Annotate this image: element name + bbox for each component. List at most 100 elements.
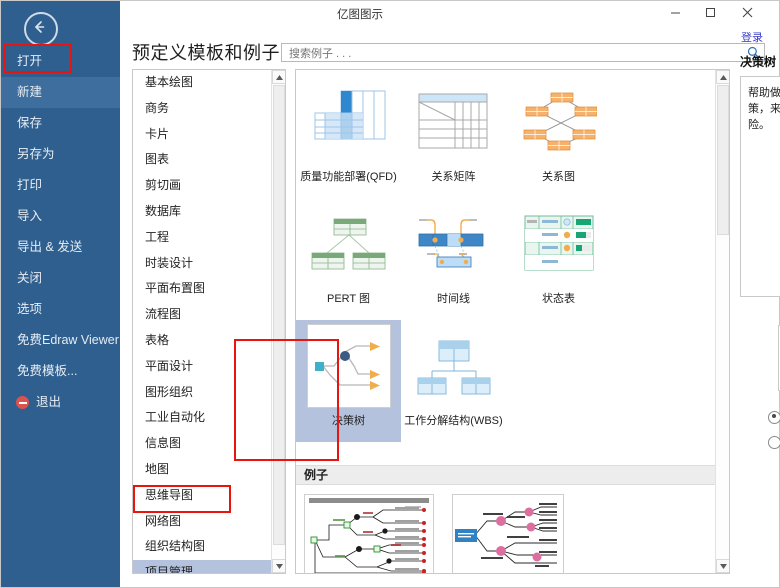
category-item-16[interactable]: 思维导图 [133, 483, 285, 509]
template-label: PERT 图 [327, 293, 370, 305]
category-label: 平面布置图 [145, 281, 206, 296]
minimize-button[interactable] [661, 1, 689, 23]
sidebar-item-new[interactable]: 新建 [1, 77, 120, 108]
category-label: 商务 [145, 100, 170, 115]
category-item-11[interactable]: 平面设计 [133, 354, 285, 380]
category-list[interactable]: 基本绘图 商务 卡片 图表 剪切画 数据库 工程 时装设计 平面布置图 流程图 … [132, 69, 286, 574]
category-item-17[interactable]: 网络图 [133, 509, 285, 535]
sidebar-item-free-templates[interactable]: 免费模板... [1, 356, 120, 387]
content-area: 亿图图示 登录 预定义模板和例子 搜索例子 . . . 基本绘图 商务 卡片 图… [120, 1, 780, 587]
category-label: 基本绘图 [145, 75, 194, 89]
unit-option-imperial[interactable]: 美制单位 [768, 434, 780, 450]
category-label: 数据库 [145, 203, 182, 218]
category-label: 组织结构图 [145, 539, 206, 554]
template-item-relation-diagram[interactable]: 关系图 [506, 76, 611, 198]
title-bar: 亿图图示 登录 [120, 1, 779, 44]
category-label: 思维导图 [145, 487, 194, 502]
radio-icon-metric[interactable] [768, 410, 780, 424]
scroll-up-icon[interactable] [272, 70, 285, 84]
search-box[interactable] [281, 43, 765, 63]
page-title: 预定义模板和例子 [132, 43, 280, 63]
search-input[interactable] [287, 44, 731, 63]
category-label: 流程图 [145, 307, 182, 322]
minimize-icon [670, 12, 680, 13]
category-label: 项目管理 [145, 565, 194, 574]
sidebar-item-label: 打印 [17, 178, 43, 192]
scroll-down-icon[interactable] [716, 559, 729, 573]
template-label: 关系图 [542, 171, 575, 183]
category-item-18[interactable]: 组织结构图 [133, 534, 285, 560]
template-label: 质量功能部署(QFD) [300, 171, 397, 183]
back-button[interactable] [24, 12, 58, 46]
example-item-2[interactable] [452, 494, 564, 573]
example-item-1[interactable] [304, 494, 434, 573]
category-label: 工业自动化 [145, 410, 206, 425]
template-scroll-thumb[interactable] [717, 85, 729, 235]
sidebar-item-free-viewer[interactable]: 免费Edraw Viewer [1, 325, 120, 356]
sidebar-item-import[interactable]: 导入 [1, 201, 120, 232]
sidebar-item-label: 打开 [17, 54, 43, 68]
template-item-relation-matrix[interactable]: 关系矩阵 [401, 76, 506, 198]
sidebar-item-label: 关闭 [17, 271, 43, 285]
category-item-8[interactable]: 平面布置图 [133, 276, 285, 302]
category-label: 时装设计 [145, 255, 194, 270]
category-label: 信息图 [145, 436, 182, 451]
examples-grid [304, 494, 564, 573]
category-item-10[interactable]: 表格 [133, 328, 285, 354]
template-item-pert[interactable]: PERT 图 [296, 198, 401, 320]
sidebar-item-label: 另存为 [17, 147, 55, 161]
unit-option-metric[interactable]: 公制单位 [768, 409, 780, 425]
backstage-sidebar: 打开 新建 保存 另存为 打印 导入 导出 & 发送 关闭 选项 免费Edraw… [1, 1, 120, 587]
category-item-1[interactable]: 商务 [133, 96, 285, 122]
category-scrollbar[interactable] [271, 70, 285, 573]
maximize-button[interactable] [696, 1, 724, 23]
template-label: 工作分解结构(WBS) [404, 415, 503, 427]
sidebar-item-open[interactable]: 打开 [1, 46, 120, 77]
template-item-qfd[interactable]: 质量功能部署(QFD) [296, 76, 401, 198]
sidebar-item-label: 免费Edraw Viewer [17, 333, 119, 347]
decision-tree-example-1-thumb [305, 495, 433, 573]
category-item-9[interactable]: 流程图 [133, 302, 285, 328]
sidebar-item-quit[interactable]: 退出 [1, 387, 120, 418]
decision-tree-thumb [306, 324, 391, 408]
sidebar-item-close[interactable]: 关闭 [1, 263, 120, 294]
category-item-3[interactable]: 图表 [133, 147, 285, 173]
template-item-timeline[interactable]: 时间线 [401, 198, 506, 320]
category-scroll-thumb[interactable] [273, 85, 285, 545]
sidebar-item-options[interactable]: 选项 [1, 294, 120, 325]
category-item-5[interactable]: 数据库 [133, 199, 285, 225]
sidebar-item-label: 新建 [17, 85, 43, 99]
sidebar-item-save[interactable]: 保存 [1, 108, 120, 139]
decision-tree-example-2-thumb [453, 495, 563, 573]
scroll-down-icon[interactable] [272, 559, 285, 573]
sidebar-item-label: 导出 & 发送 [17, 240, 83, 254]
category-label: 剪切画 [145, 178, 182, 193]
wbs-thumb [412, 324, 496, 408]
category-item-14[interactable]: 信息图 [133, 431, 285, 457]
category-item-4[interactable]: 剪切画 [133, 173, 285, 199]
template-scrollbar[interactable] [715, 70, 729, 573]
sidebar-item-label: 导入 [17, 209, 43, 223]
category-item-project-management[interactable]: 项目管理 [133, 560, 285, 574]
category-item-2[interactable]: 卡片 [133, 122, 285, 148]
template-item-decision-tree[interactable]: 决策树 [296, 320, 401, 442]
category-item-6[interactable]: 工程 [133, 225, 285, 251]
category-item-13[interactable]: 工业自动化 [133, 405, 285, 431]
template-item-wbs[interactable]: 工作分解结构(WBS) [401, 320, 506, 442]
category-label: 平面设计 [145, 358, 194, 373]
close-button[interactable] [733, 1, 761, 23]
quit-icon [16, 396, 29, 409]
template-label: 决策树 [332, 415, 365, 427]
sidebar-item-save-as[interactable]: 另存为 [1, 139, 120, 170]
scroll-up-icon[interactable] [716, 70, 729, 84]
category-label: 图形组织 [145, 384, 194, 399]
category-item-0[interactable]: 基本绘图 [133, 70, 285, 96]
category-item-7[interactable]: 时装设计 [133, 251, 285, 277]
sidebar-item-export-send[interactable]: 导出 & 发送 [1, 232, 120, 263]
radio-icon-imperial[interactable] [768, 435, 780, 449]
sidebar-item-print[interactable]: 打印 [1, 170, 120, 201]
template-item-status-table[interactable]: 状态表 [506, 198, 611, 320]
category-item-15[interactable]: 地图 [133, 457, 285, 483]
template-label: 时间线 [437, 293, 470, 305]
category-item-12[interactable]: 图形组织 [133, 380, 285, 406]
